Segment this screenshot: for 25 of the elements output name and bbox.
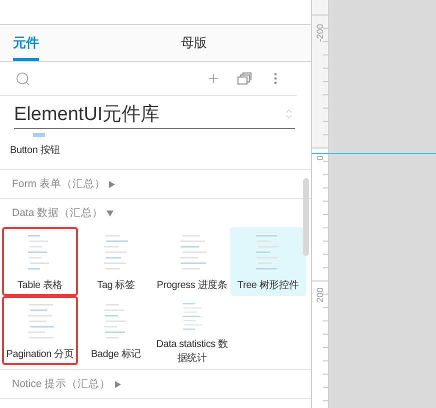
component-item[interactable]: Progress 进度条	[154, 227, 230, 296]
plus-icon[interactable]	[206, 71, 221, 86]
stacked-squares-icon[interactable]	[237, 72, 252, 85]
section-header[interactable]: Data 数据（汇总）	[0, 199, 311, 227]
tab[interactable]: 母版	[181, 25, 207, 61]
section-header[interactable]: Form 表单（汇总）	[0, 170, 311, 198]
scrollbar[interactable]	[303, 178, 309, 256]
component-item[interactable]: Data statistics 数据统计	[154, 296, 230, 365]
ruler-label: -200	[315, 23, 325, 44]
section-title: Notice 提示（汇总）	[12, 377, 111, 391]
thumbnail-drawing	[32, 133, 45, 137]
component-item[interactable]: Button 按钮	[10, 133, 60, 169]
section-title: Form 表单（汇总）	[12, 177, 106, 191]
section-title: Data 数据（汇总）	[12, 206, 104, 220]
ruler-label: 200	[315, 286, 325, 305]
component-item[interactable]: Tree 树形控件	[230, 227, 306, 296]
section-header[interactable]: Notice 提示（汇总）	[0, 370, 311, 398]
library-select[interactable]: ElementUI元件库	[14, 100, 295, 129]
item-label: Button 按钮	[10, 144, 60, 157]
search-icon[interactable]	[15, 70, 31, 86]
component-item[interactable]: Badge 标记	[78, 296, 154, 365]
component-item[interactable]: Table 表格	[2, 227, 78, 296]
ruler-label: 0	[315, 154, 325, 163]
component-item[interactable]: Pagination 分页	[2, 296, 78, 365]
component-item[interactable]: Tag 标签	[78, 227, 154, 296]
